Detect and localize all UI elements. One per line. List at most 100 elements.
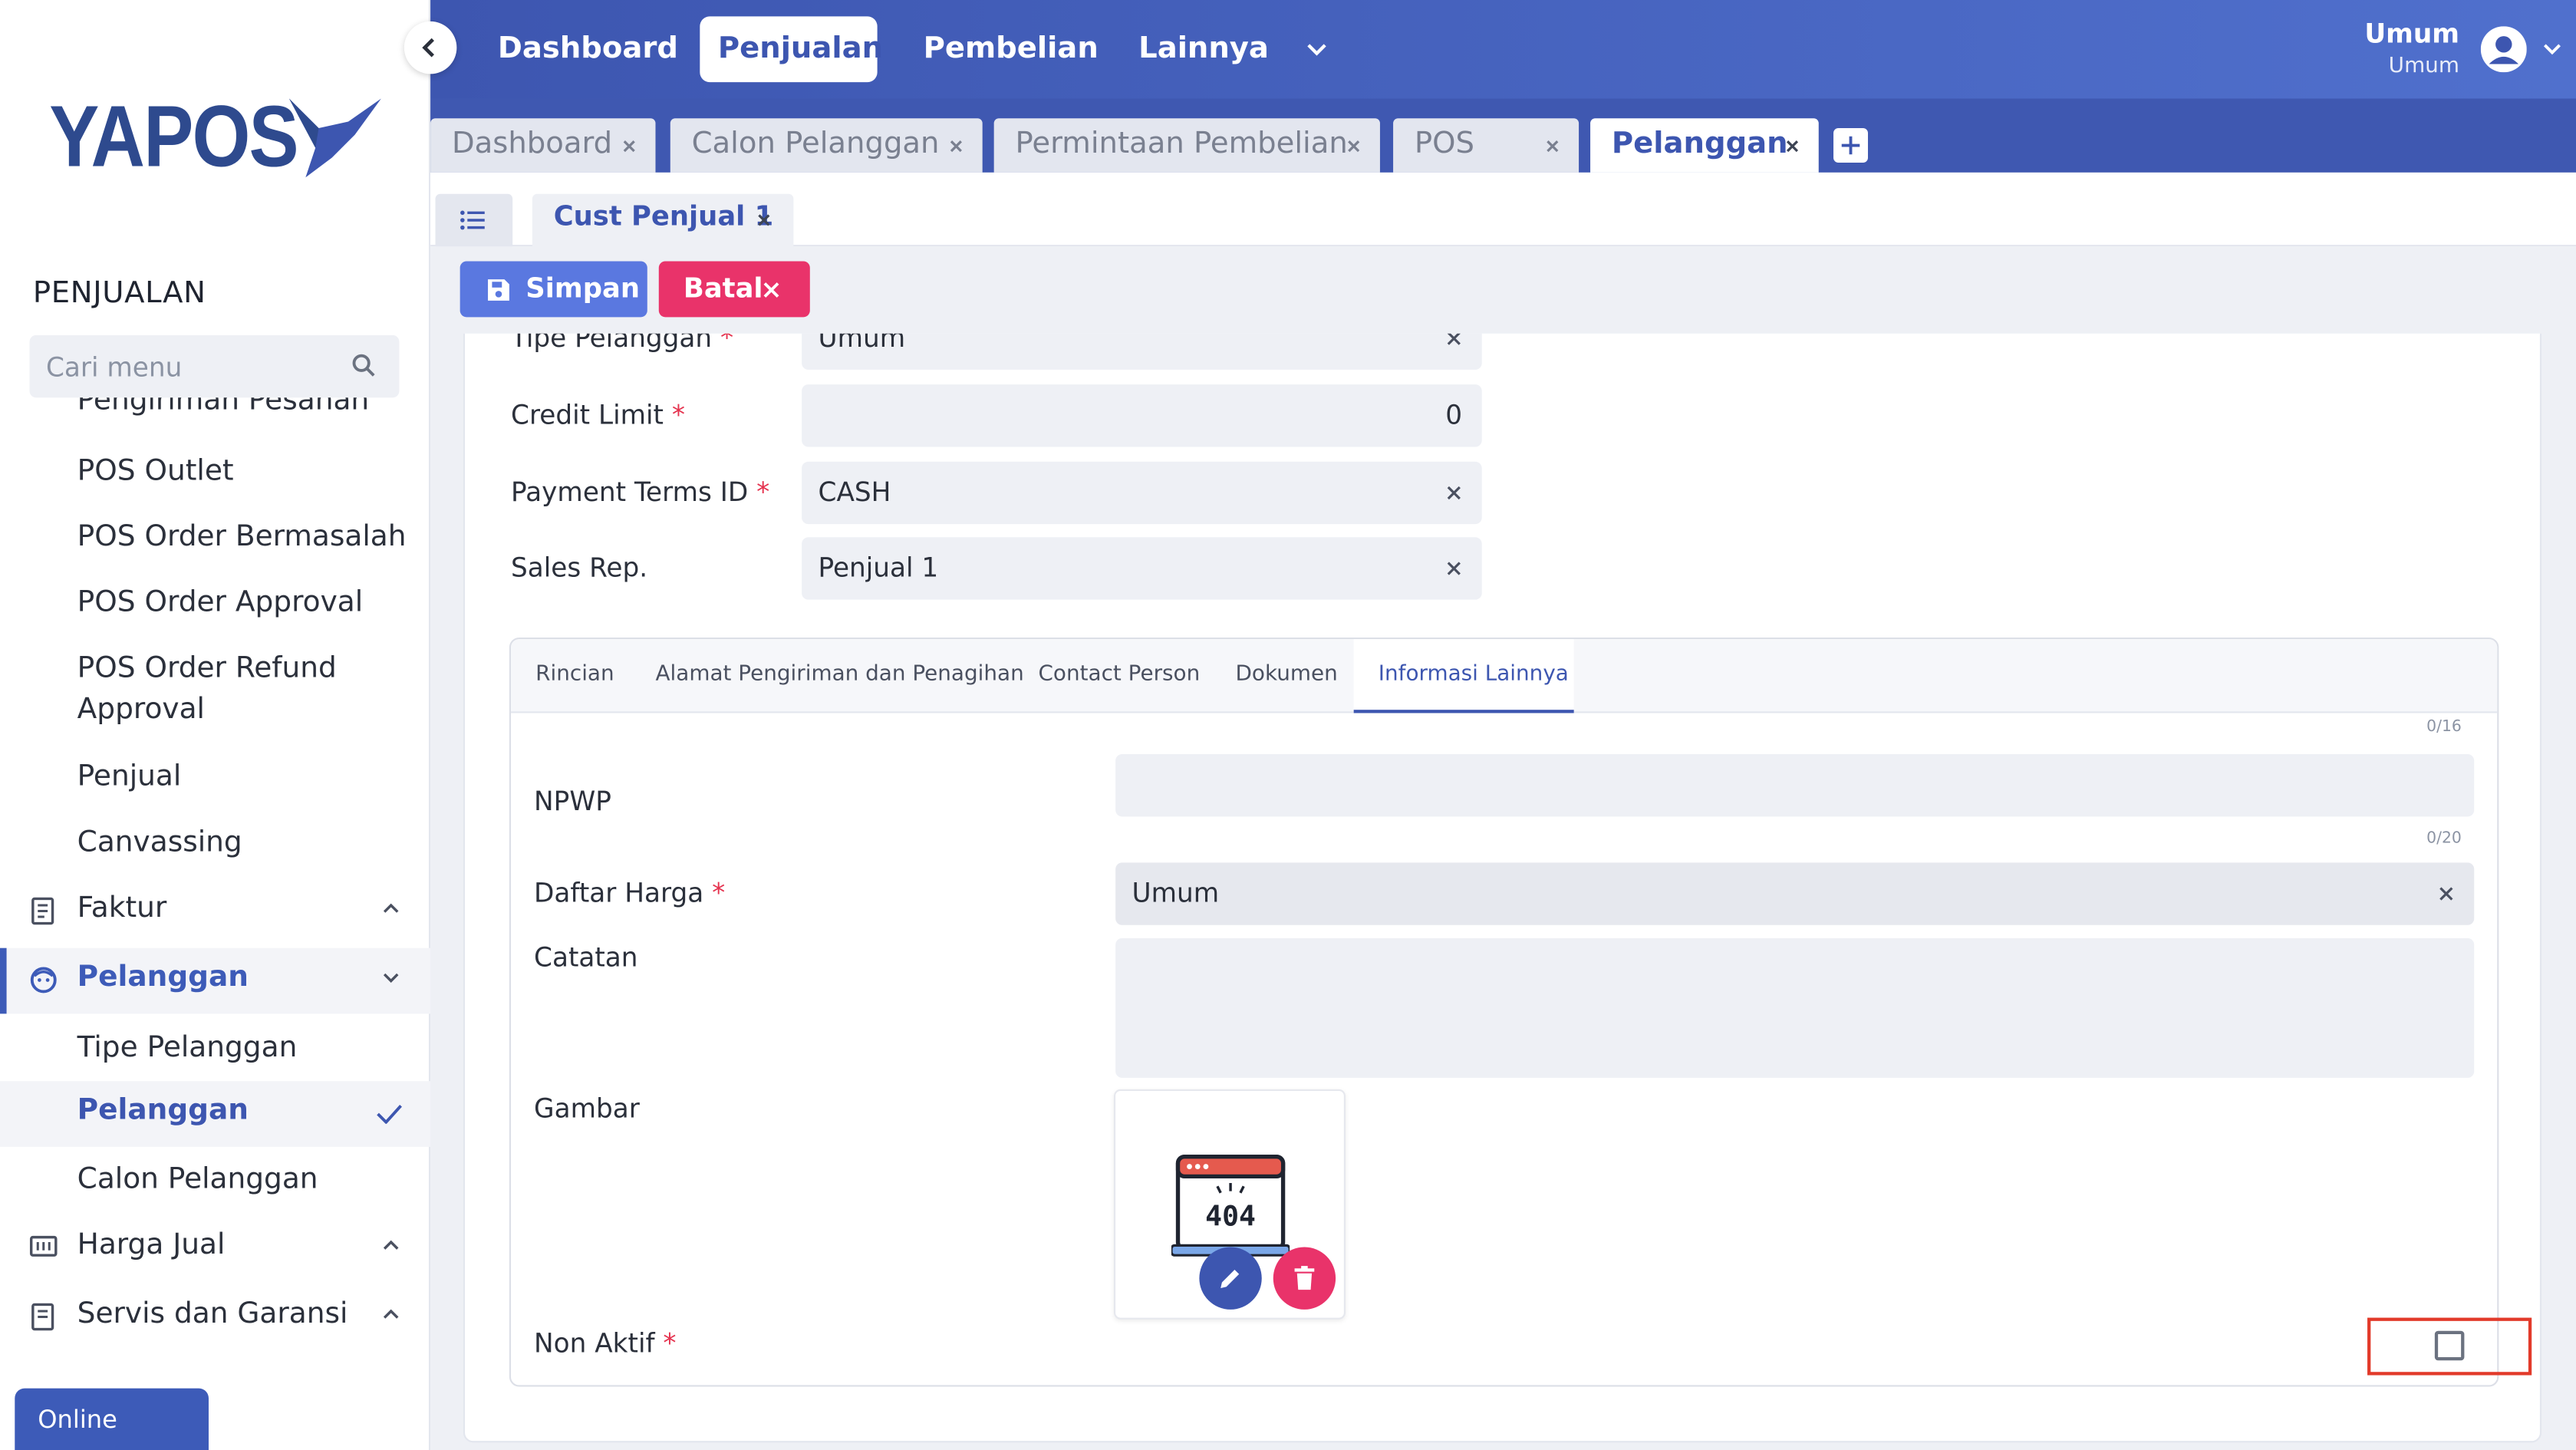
save-icon — [488, 279, 509, 301]
search-placeholder: Cari menu — [45, 351, 183, 383]
page-tab-pelanggan[interactable]: Pelanggan — [1590, 118, 1819, 173]
logo: YAPOS — [49, 88, 298, 186]
close-icon[interactable] — [948, 138, 964, 154]
menu-item-pos-order-refund-line2[interactable]: Approval — [77, 690, 205, 731]
nav-penjualan[interactable]: Penjualan — [700, 16, 883, 83]
menu-item-pos-order-bermasalah[interactable]: POS Order Bermasalah — [77, 518, 407, 559]
close-icon[interactable] — [1784, 138, 1800, 154]
non-aktif-label: Non Aktif * — [534, 1327, 677, 1359]
page-tab-permintaan-pembelian[interactable]: Permintaan Pembelian — [993, 118, 1380, 173]
field-value: Umum — [1132, 877, 1220, 909]
invoice-icon — [31, 897, 54, 925]
credit-limit-field[interactable]: 0 — [802, 384, 1482, 447]
clear-icon[interactable] — [1446, 560, 1462, 576]
nav-label: Penjualan — [717, 31, 884, 66]
nav-more-chevron-icon[interactable] — [1306, 43, 1328, 58]
menu-group-pelanggan[interactable]: Pelanggan — [0, 947, 431, 1014]
menu-item-canvassing[interactable]: Canvassing — [77, 823, 242, 865]
menu-item-pos-order-refund[interactable]: POS Order Refund — [77, 649, 337, 690]
tab-alamat[interactable]: Alamat Pengiriman dan Penagihan — [655, 662, 1023, 687]
list-icon — [460, 210, 485, 230]
tab-rincian[interactable]: Rincian — [535, 662, 614, 687]
nav-label: Pembelian — [923, 31, 1099, 66]
trash-icon — [1294, 1266, 1315, 1290]
daftar-harga-label: Daftar Harga * — [534, 877, 726, 909]
price-tag-icon — [29, 1235, 58, 1257]
field-value: CASH — [818, 476, 891, 508]
catatan-textarea[interactable] — [1115, 938, 2475, 1078]
menu-item-pengiriman-pesanan[interactable]: Pengiriman Pesanan — [77, 397, 370, 422]
page-tab-pos[interactable]: POS — [1393, 118, 1580, 173]
close-icon[interactable] — [1544, 138, 1560, 154]
page-tab-label: Pelanggan — [1611, 126, 1788, 161]
user-role: Umum — [2388, 54, 2459, 79]
nav-label: Lainnya — [1138, 31, 1269, 66]
page-tab-dashboard[interactable]: Dashboard — [430, 118, 656, 173]
online-status-button[interactable]: Online — [15, 1388, 209, 1450]
delete-image-button[interactable] — [1273, 1247, 1336, 1310]
menu-item-pos-outlet[interactable]: POS Outlet — [77, 452, 234, 493]
menu-item-penjual[interactable]: Penjual — [77, 757, 182, 799]
chevron-up-icon — [383, 1240, 399, 1250]
menu-item-pos-order-approval[interactable]: POS Order Approval — [77, 583, 364, 624]
close-icon[interactable] — [1346, 138, 1362, 154]
tipe-pelanggan-field[interactable]: Umum — [802, 333, 1482, 370]
clear-icon[interactable] — [1446, 485, 1462, 501]
tab-dokumen[interactable]: Dokumen — [1235, 662, 1337, 687]
user-name: Umum — [2364, 18, 2459, 50]
clear-icon[interactable] — [2438, 885, 2454, 901]
payment-terms-field[interactable]: CASH — [802, 461, 1482, 525]
logo-bird-icon — [288, 98, 381, 178]
add-tab-button[interactable] — [1833, 128, 1868, 163]
daftar-harga-field[interactable]: Umum — [1115, 862, 2475, 925]
page-tab-label: Dashboard — [451, 126, 613, 161]
field-value: Penjual 1 — [818, 552, 939, 584]
app-root: YAPOS PENJUALAN Cari menu Pengiriman Pes… — [0, 0, 2576, 1450]
cancel-button[interactable]: Batal — [658, 261, 810, 318]
document-icon — [31, 1303, 54, 1331]
save-button[interactable]: Simpan — [460, 261, 647, 318]
npwp-label: NPWP — [534, 785, 611, 817]
tab-contact-person[interactable]: Contact Person — [1038, 662, 1200, 687]
close-icon[interactable] — [621, 138, 637, 154]
sales-rep-field[interactable]: Penjual 1 — [802, 537, 1482, 600]
user-menu-chevron-icon[interactable] — [2543, 43, 2561, 56]
check-icon — [377, 1105, 402, 1124]
edit-image-button[interactable] — [1199, 1247, 1262, 1310]
user-avatar-icon[interactable] — [2480, 26, 2527, 73]
tab-informasi-lainnya[interactable]: Informasi Lainnya — [1353, 639, 1574, 713]
page-tab-calon-pelanggan[interactable]: Calon Pelanggan — [670, 118, 983, 173]
menu-search-input[interactable]: Cari menu — [29, 334, 400, 398]
gambar-label: Gambar — [534, 1092, 640, 1124]
sidebar-collapse-button[interactable] — [404, 21, 457, 74]
menu-item-pelanggan-active[interactable]: Pelanggan — [0, 1081, 431, 1147]
tab-label: Informasi Lainnya — [1378, 662, 1569, 687]
clear-icon[interactable] — [1446, 333, 1462, 347]
menu-item-calon-pelanggan[interactable]: Calon Pelanggan — [77, 1160, 318, 1201]
chevron-left-icon — [422, 38, 434, 58]
menu-group-faktur[interactable]: Faktur — [0, 879, 430, 945]
npwp-field[interactable] — [1115, 753, 2475, 817]
detail-tabs-panel: Rincian Alamat Pengiriman dan Penagihan … — [509, 637, 2499, 1387]
close-icon[interactable] — [756, 212, 772, 228]
detail-tabs: Rincian Alamat Pengiriman dan Penagihan … — [511, 639, 2498, 713]
pencil-icon — [1220, 1270, 1240, 1289]
catatan-label: Catatan — [534, 941, 638, 973]
list-view-button[interactable] — [435, 193, 513, 247]
menu-group-harga-jual[interactable]: Harga Jual — [0, 1216, 430, 1282]
menu-group-label: Harga Jual — [77, 1228, 226, 1262]
close-icon — [763, 282, 779, 298]
record-tab-cust-penjual[interactable]: Cust Penjual 1 — [532, 193, 794, 247]
sales-rep-label: Sales Rep. — [511, 552, 648, 584]
menu-group-servis-garansi[interactable]: Servis dan Garansi — [0, 1285, 430, 1351]
nav-label: Dashboard — [497, 31, 679, 66]
customer-face-icon — [30, 967, 57, 994]
payment-terms-label: Payment Terms ID * — [511, 476, 770, 508]
field-value: Umum — [818, 333, 906, 354]
menu-item-tipe-pelanggan[interactable]: Tipe Pelanggan — [77, 1029, 298, 1070]
not-found-404-icon: 404 — [1171, 1155, 1290, 1257]
page-tabs-bar: Dashboard Calon Pelanggan Permintaan Pem… — [430, 98, 2576, 173]
cancel-label: Batal — [683, 272, 763, 305]
chevron-up-icon — [383, 1309, 399, 1319]
save-label: Simpan — [525, 272, 641, 305]
